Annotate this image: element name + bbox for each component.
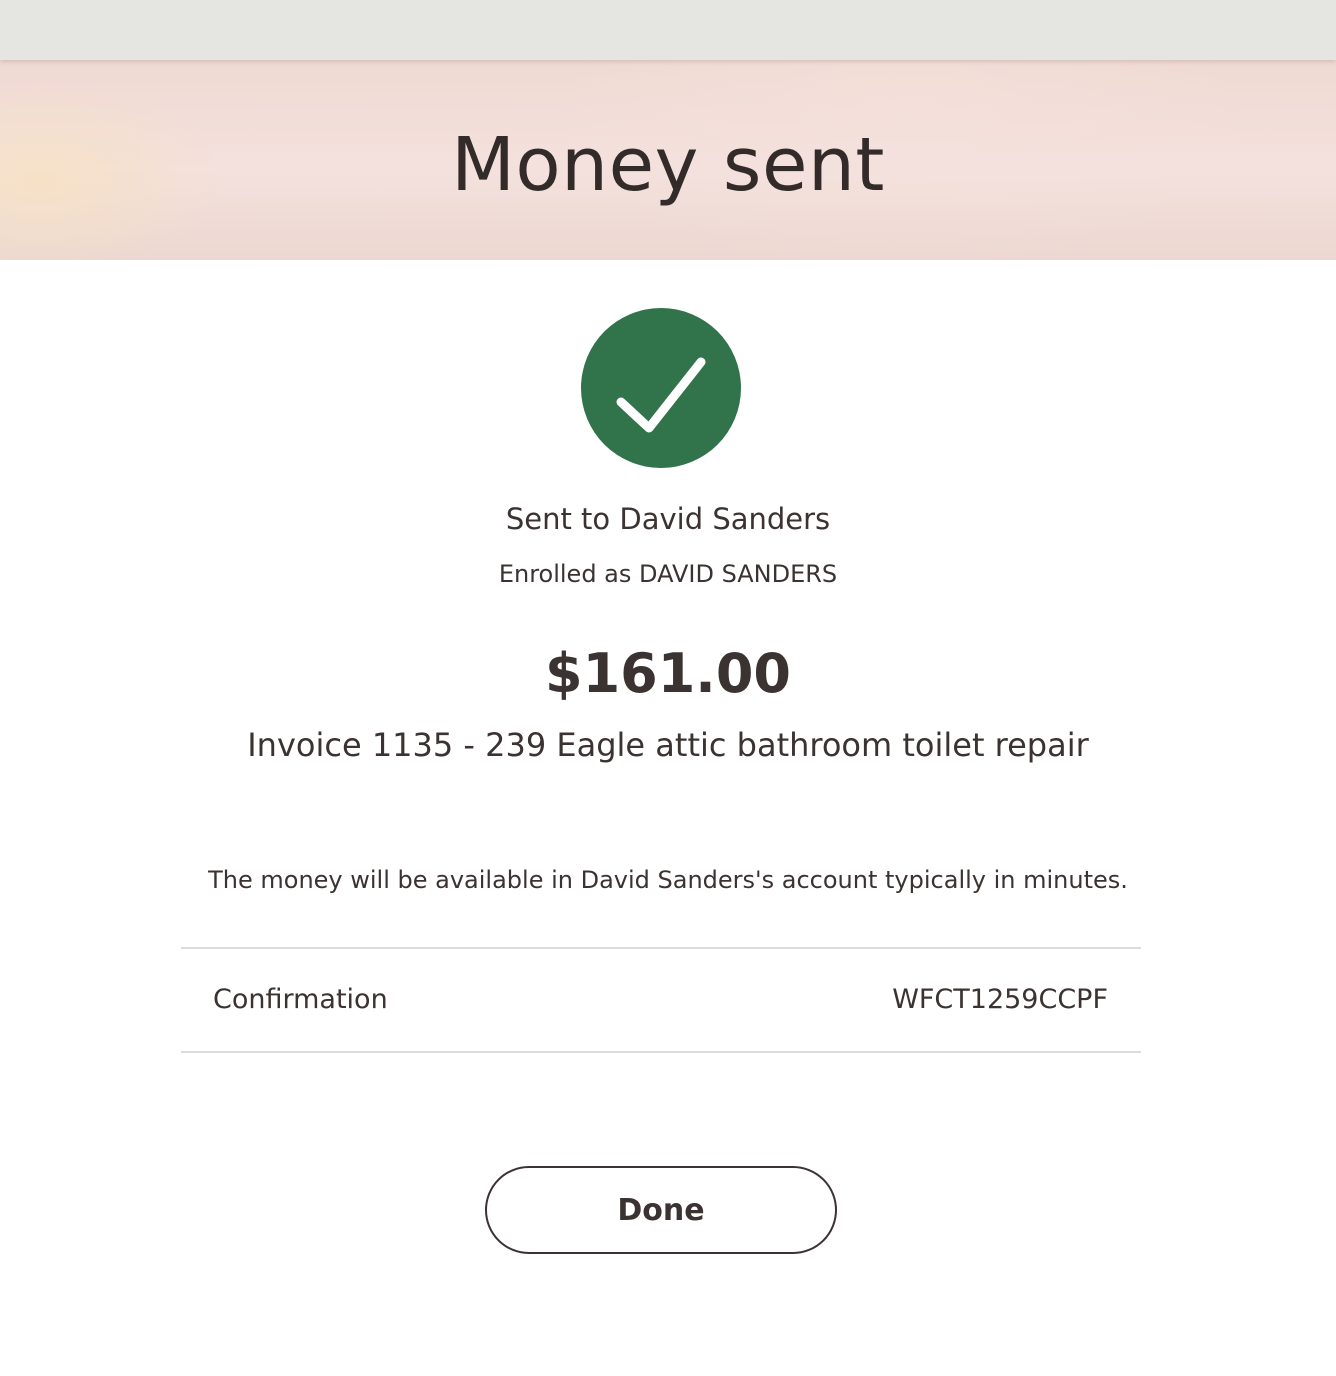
confirmation-number: WFCT1259CCPF bbox=[892, 984, 1108, 1015]
divider bbox=[181, 947, 1141, 949]
top-bar bbox=[0, 0, 1336, 60]
page-title: Money sent bbox=[451, 122, 885, 208]
checkmark-circle-icon bbox=[581, 308, 741, 468]
hero-banner: Money sent bbox=[0, 60, 1336, 260]
divider bbox=[181, 1051, 1141, 1053]
confirmation-label: Confirmation bbox=[213, 984, 388, 1015]
payment-memo: Invoice 1135 - 239 Eagle attic bathroom … bbox=[247, 726, 1089, 764]
enrolled-name: Enrolled as DAVID SANDERS bbox=[498, 560, 838, 588]
done-button[interactable]: Done bbox=[485, 1166, 837, 1254]
payment-amount: $161.00 bbox=[545, 642, 791, 705]
availability-note: The money will be available in David San… bbox=[208, 866, 1128, 894]
recipient-name: Sent to David Sanders bbox=[505, 502, 831, 536]
